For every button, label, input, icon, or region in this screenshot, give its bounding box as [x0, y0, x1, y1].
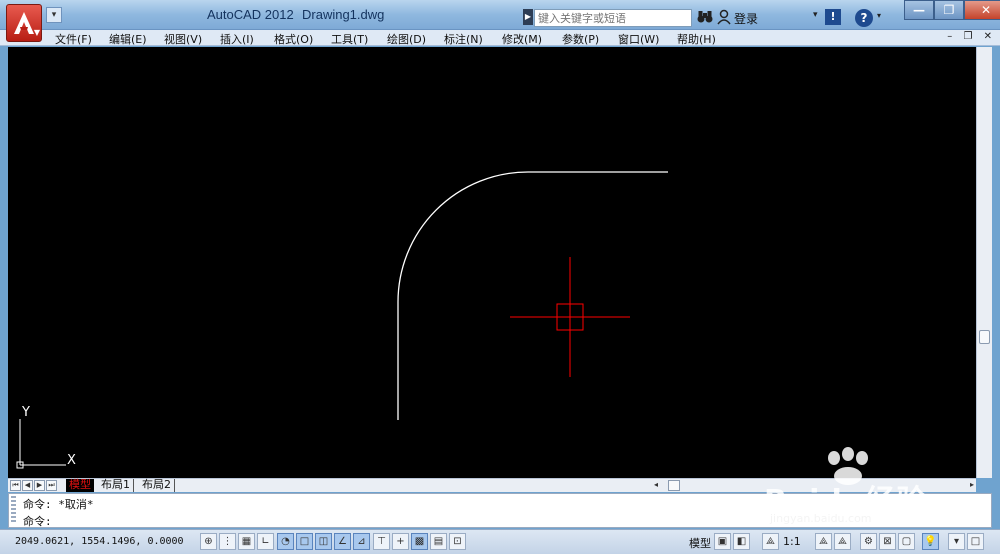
window-controls: — ❐ ✕ — [904, 0, 1000, 20]
menu-insert[interactable]: 插入(I) — [220, 31, 254, 47]
menu-file[interactable]: 文件(F) — [55, 31, 92, 47]
horizontal-scroll-thumb[interactable] — [668, 480, 680, 491]
ucs-x-label: X — [67, 453, 76, 468]
horizontal-scrollbar[interactable]: ◂ ▸ — [648, 480, 976, 491]
lineweight-icon[interactable]: + — [392, 533, 409, 550]
app-menu-chevron-icon: ▼ — [33, 28, 40, 37]
exchange-icon[interactable]: ! — [825, 9, 841, 25]
scroll-right-icon[interactable]: ▸ — [970, 480, 974, 489]
annotation-scale-value[interactable]: 1:1 — [783, 535, 801, 548]
polyline-with-fillet[interactable] — [397, 171, 668, 420]
object-snap-tracking-icon[interactable]: ∠ — [334, 533, 351, 550]
cursor-coordinates[interactable]: 2049.0621, 1554.1496, 0.0000 — [15, 536, 184, 547]
prev-tab-icon[interactable]: ◀ — [22, 480, 33, 491]
title-bar: ▼ ▾ AutoCAD 2012 Drawing1.dwg ▶ 登录 ▾ ! ?… — [0, 0, 1000, 42]
document-title: Drawing1.dwg — [302, 7, 385, 22]
menu-modify[interactable]: 修改(M) — [502, 31, 542, 47]
selection-cycling-icon[interactable]: ⊡ — [449, 533, 466, 550]
quick-view-layouts-icon[interactable]: ▣ — [714, 533, 731, 550]
status-bar-menu-icon[interactable]: ▾ — [948, 533, 965, 550]
infer-constraints-icon[interactable]: ⊕ — [200, 533, 217, 550]
menu-draw[interactable]: 绘图(D) — [387, 31, 426, 47]
menu-edit[interactable]: 编辑(E) — [109, 31, 147, 47]
isolate-objects-icon[interactable]: 💡 — [922, 533, 939, 550]
close-button[interactable]: ✕ — [964, 0, 1000, 20]
drawing-svg: Y X — [16, 171, 668, 469]
clean-screen-icon[interactable]: □ — [967, 533, 984, 550]
quick-access-dropdown-icon[interactable]: ▾ — [46, 7, 62, 23]
binoculars-search-icon[interactable] — [697, 9, 713, 25]
auto-scale-icon[interactable]: ⟁ — [834, 533, 851, 550]
annotation-visibility-icon[interactable]: ⟁ — [815, 533, 832, 550]
app-title: AutoCAD 2012 — [207, 7, 294, 22]
autocad-logo-icon — [14, 12, 34, 34]
transparency-icon[interactable]: ▩ — [411, 533, 428, 550]
document-window-controls[interactable]: – ❐ ✕ — [947, 31, 996, 42]
help-icon[interactable]: ? — [855, 9, 873, 27]
minimize-button[interactable]: — — [904, 0, 934, 20]
grid-display-icon[interactable]: ▦ — [238, 533, 255, 550]
tab-layout2[interactable]: 布局2 — [139, 479, 175, 492]
lock-icon[interactable]: ⊠ — [879, 533, 896, 550]
user-icon[interactable] — [716, 9, 732, 25]
quick-properties-icon[interactable]: ▤ — [430, 533, 447, 550]
search-expand-icon[interactable]: ▶ — [523, 9, 533, 25]
ucs-y-label: Y — [21, 405, 30, 420]
tab-model[interactable]: 模型 — [66, 479, 94, 492]
menu-help[interactable]: 帮助(H) — [677, 31, 716, 47]
annotation-scale-icon[interactable]: ⟁ — [762, 533, 779, 550]
vertical-scrollbar[interactable] — [976, 47, 992, 478]
menu-view[interactable]: 视图(V) — [164, 31, 202, 47]
quick-view-drawings-icon[interactable]: ◧ — [733, 533, 750, 550]
login-link[interactable]: 登录 — [734, 10, 758, 27]
menu-tools[interactable]: 工具(T) — [331, 31, 368, 47]
restore-button[interactable]: ❐ — [934, 0, 964, 20]
workspace-switch-icon[interactable]: ⚙ — [860, 533, 877, 550]
dynamic-input-icon[interactable]: ⊤ — [373, 533, 390, 550]
3d-object-snap-icon[interactable]: ◫ — [315, 533, 332, 550]
ucs-icon — [16, 419, 66, 469]
tab-layout1[interactable]: 布局1 — [98, 479, 134, 492]
crosshair-cursor — [510, 257, 630, 377]
command-prompt[interactable]: 命令: — [23, 513, 52, 529]
menu-format[interactable]: 格式(O) — [274, 31, 313, 47]
menu-window[interactable]: 窗口(W) — [618, 31, 659, 47]
search-input[interactable] — [534, 9, 692, 27]
autocad-window: ▼ ▾ AutoCAD 2012 Drawing1.dwg ▶ 登录 ▾ ! ?… — [0, 0, 1000, 554]
command-history: 命令: *取消* — [23, 498, 94, 511]
object-snap-icon[interactable]: □ — [296, 533, 313, 550]
command-window[interactable]: 命令: *取消* 命令: — [8, 493, 992, 528]
first-tab-icon[interactable]: ⏮ — [10, 480, 21, 491]
menu-bar: 文件(F) 编辑(E) 视图(V) 插入(I) 格式(O) 工具(T) 绘图(D… — [0, 30, 1000, 46]
menu-parametric[interactable]: 参数(P) — [562, 31, 599, 47]
ortho-mode-icon[interactable]: ∟ — [257, 533, 274, 550]
next-tab-icon[interactable]: ▶ — [34, 480, 45, 491]
status-bar: 2049.0621, 1554.1496, 0.0000 ⊕ ⋮ ▦ ∟ ◔ □… — [0, 529, 1000, 554]
vertical-scroll-thumb[interactable] — [979, 330, 990, 344]
last-tab-icon[interactable]: ⏭ — [46, 480, 57, 491]
help-dropdown-icon[interactable]: ▾ — [877, 11, 881, 20]
scroll-left-icon[interactable]: ◂ — [654, 480, 658, 489]
command-window-grip[interactable] — [11, 496, 16, 524]
drawing-canvas[interactable]: Y X — [8, 47, 976, 478]
snap-mode-icon[interactable]: ⋮ — [219, 533, 236, 550]
menu-dimension[interactable]: 标注(N) — [444, 31, 483, 47]
application-menu-button[interactable]: ▼ — [6, 4, 42, 42]
login-dropdown-icon[interactable]: ▾ — [813, 10, 818, 20]
layout-tab-bar: ⏮ ◀ ▶ ⏭ 模型 布局1 布局2 ◂ ▸ — [8, 478, 976, 492]
model-space-toggle[interactable]: 模型 — [689, 535, 711, 551]
dynamic-ucs-icon[interactable]: ⊿ — [353, 533, 370, 550]
polar-tracking-icon[interactable]: ◔ — [277, 533, 294, 550]
hardware-acceleration-icon[interactable]: ▢ — [898, 533, 915, 550]
